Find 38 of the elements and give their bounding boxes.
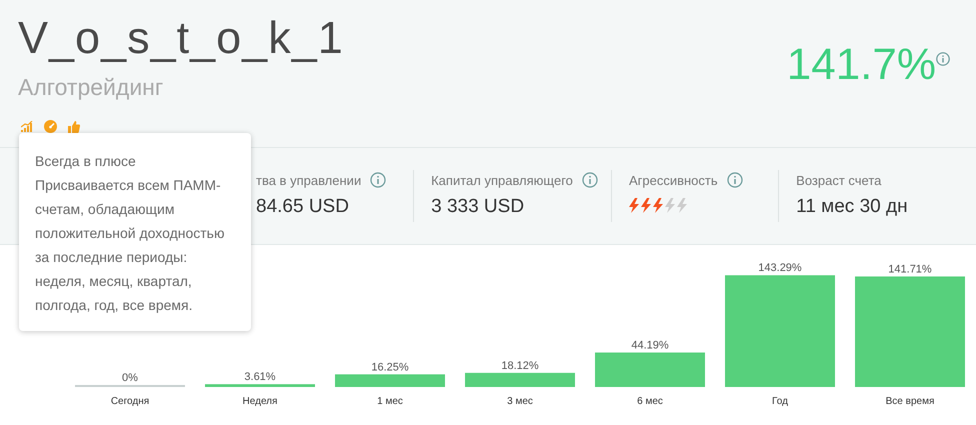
info-icon[interactable] [582, 172, 598, 188]
category-label: Неделя [242, 396, 278, 407]
info-icon[interactable] [936, 52, 950, 66]
bar-value-label: 16.25% [371, 361, 409, 374]
lightning-icon [664, 198, 675, 213]
stat-value: 84.65 USD [256, 196, 350, 218]
stat-value: 11 мес 30 дн [796, 196, 909, 218]
info-icon[interactable] [726, 172, 743, 188]
category-label: 3 мес [507, 396, 533, 407]
lightning-icon [628, 198, 639, 213]
speedometer-icon[interactable] [44, 120, 57, 133]
stat-value: 3 333 USD [431, 196, 526, 218]
lightning-icon [676, 198, 687, 213]
tooltip-text: Присваивается всем ПАММ-счетам, обладающим положительной доходностью за последние периоды: неделя, месяц, квартал, полгода, год, все время. [35, 176, 226, 315]
category-label: Год [772, 396, 788, 407]
stat-label: Возраст счета [796, 172, 882, 188]
strategy-label: Алготрейдинг [18, 74, 164, 101]
lightning-icon [640, 198, 651, 213]
bar-value-label: 0% [122, 372, 138, 384]
info-icon[interactable] [370, 172, 386, 188]
stat-label: Агрессивность [628, 172, 718, 188]
bar-value-label: 18.12% [501, 360, 539, 372]
stat-label: Капитал управляющего [431, 172, 573, 188]
bar-value-label: 44.19% [631, 340, 669, 352]
lightning-icon [652, 198, 663, 213]
bar-value-label: 141.71% [888, 263, 932, 276]
total-return: 141.7% [786, 40, 936, 90]
bar-chart-icon[interactable] [21, 121, 33, 132]
thumbs-up-icon[interactable] [68, 120, 80, 132]
tooltip-title: Всегда в плюсе [35, 152, 137, 171]
bar-value-label: 3.61% [244, 371, 276, 384]
stat-label: тва в управлении [256, 172, 362, 188]
account-title: V_o_s_t_o_k_1 [18, 12, 344, 64]
category-label: 1 мес [377, 396, 403, 407]
category-label: 6 мес [637, 396, 663, 407]
category-label: Сегодня [110, 396, 150, 407]
category-label: Все время [886, 396, 934, 407]
bar-value-label: 143.29% [758, 262, 802, 274]
